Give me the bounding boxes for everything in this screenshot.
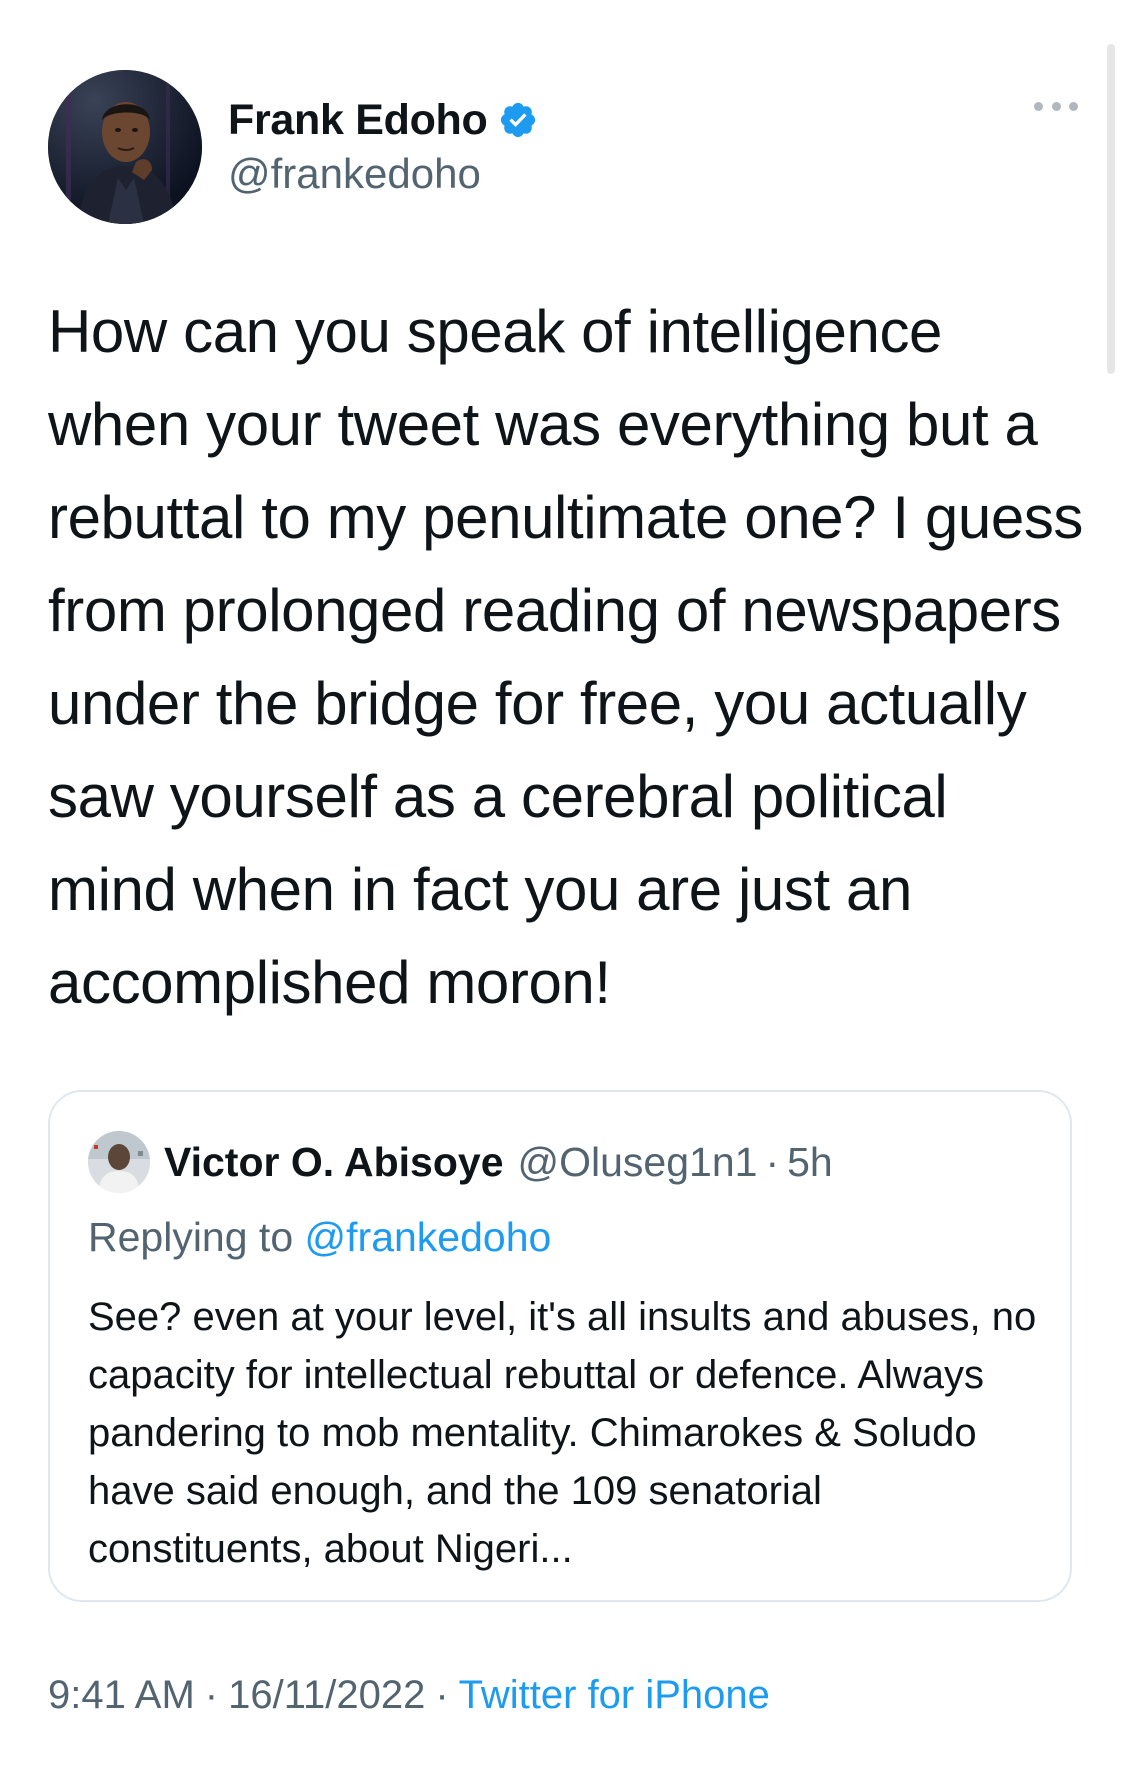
author-name-block[interactable]: Frank Edoho @frankedoho <box>228 92 828 198</box>
tweet-meta: 9:41 AM · 16/11/2022 · Twitter for iPhone <box>48 1673 770 1718</box>
more-dot <box>1069 101 1078 111</box>
author-name-row: Frank Edoho <box>228 92 828 148</box>
quoted-separator: · <box>765 1138 780 1185</box>
scrollbar[interactable] <box>1107 44 1115 374</box>
quoted-author-name[interactable]: Victor O. Abisoye <box>164 1139 504 1186</box>
profile-photo <box>48 70 202 224</box>
quoted-author-avatar[interactable] <box>88 1131 150 1193</box>
meta-separator: · <box>204 1673 219 1717</box>
tweet-time: 9:41 AM <box>48 1673 195 1717</box>
meta-separator: · <box>435 1673 449 1717</box>
more-horizontal-icon[interactable] <box>1034 96 1078 116</box>
tweet-source-link[interactable]: Twitter for iPhone <box>459 1673 770 1717</box>
tweet-date: 16/11/2022 <box>228 1673 426 1717</box>
author-handle[interactable]: @frankedoho <box>228 150 828 198</box>
quoted-author-handle[interactable]: @Oluseg1n1 <box>518 1139 758 1186</box>
quoted-profile-photo <box>88 1131 150 1193</box>
replying-to-mention[interactable]: @frankedoho <box>305 1214 552 1260</box>
quoted-timestamp: 5h <box>787 1138 833 1185</box>
replying-to-line: Replying to @frankedoho <box>88 1214 551 1261</box>
tweet-text: How can you speak of intelligence when y… <box>48 298 1084 1016</box>
more-dot <box>1034 101 1043 111</box>
replying-to-label: Replying to <box>88 1214 294 1260</box>
verified-badge-icon <box>498 100 538 140</box>
quoted-tweet-card[interactable]: Victor O. Abisoye @Oluseg1n1 · 5h Replyi… <box>48 1090 1072 1602</box>
more-dot <box>1051 101 1061 111</box>
quoted-tweet-text: See? even at your level, it's all insult… <box>88 1295 1037 1571</box>
tweet-detail: Frank Edoho @frankedoho How can you spea… <box>0 0 1125 1777</box>
tweet-header: Frank Edoho @frankedoho <box>48 70 1078 230</box>
author-avatar[interactable] <box>48 70 202 224</box>
author-display-name[interactable]: Frank Edoho <box>228 96 488 145</box>
quoted-tweet-header: Victor O. Abisoye @Oluseg1n1 · 5h <box>88 1130 833 1194</box>
